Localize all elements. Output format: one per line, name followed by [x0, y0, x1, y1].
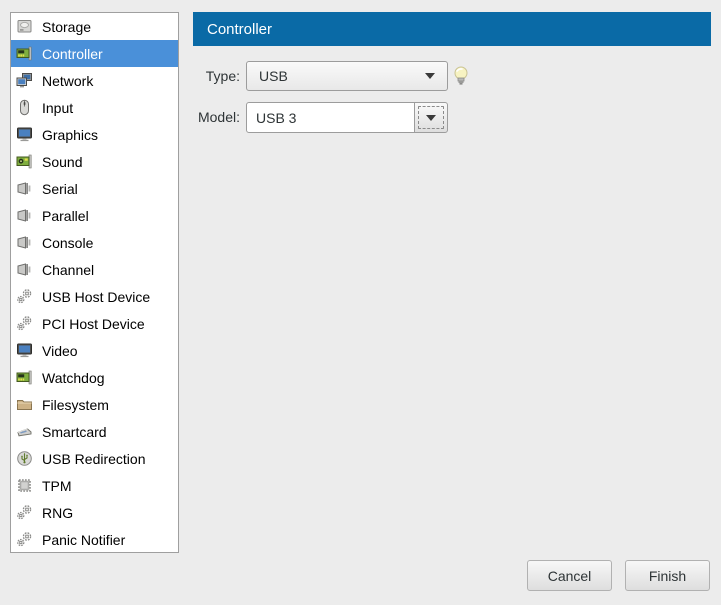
- sidebar-item-filesystem[interactable]: Filesystem: [11, 391, 178, 418]
- monitor-icon: [16, 126, 33, 143]
- sidebar-item-graphics[interactable]: Graphics: [11, 121, 178, 148]
- sidebar-item-tpm[interactable]: TPM: [11, 472, 178, 499]
- model-label: Model:: [183, 102, 240, 133]
- sidebar-item-label: Serial: [42, 181, 78, 197]
- type-label: Type:: [183, 61, 240, 91]
- model-input[interactable]: [246, 102, 415, 133]
- sidebar-item-panic-notifier[interactable]: Panic Notifier: [11, 526, 178, 553]
- sidebar-item-label: Filesystem: [42, 397, 109, 413]
- sidebar-item-label: Storage: [42, 19, 91, 35]
- serial-port-icon: [16, 234, 33, 251]
- sidebar-item-label: Sound: [42, 154, 82, 170]
- sidebar-item-usb-host-device[interactable]: USB Host Device: [11, 283, 178, 310]
- sidebar-item-label: TPM: [42, 478, 72, 494]
- sidebar-item-network[interactable]: Network: [11, 67, 178, 94]
- sidebar-item-label: Network: [42, 73, 93, 89]
- chevron-down-icon: [426, 115, 436, 121]
- sidebar-item-label: USB Redirection: [42, 451, 146, 467]
- sidebar-item-console[interactable]: Console: [11, 229, 178, 256]
- controller-icon: [16, 369, 33, 386]
- soundcard-icon: [16, 153, 33, 170]
- focus-ring: [418, 106, 444, 129]
- network-icon: [16, 72, 33, 89]
- sidebar-item-parallel[interactable]: Parallel: [11, 202, 178, 229]
- gears-icon: [16, 288, 33, 305]
- lightbulb-icon: [452, 65, 470, 87]
- gears-icon: [16, 531, 33, 548]
- serial-port-icon: [16, 207, 33, 224]
- sidebar-item-label: PCI Host Device: [42, 316, 145, 332]
- gears-icon: [16, 315, 33, 332]
- sidebar-item-label: Channel: [42, 262, 94, 278]
- sidebar-item-label: Video: [42, 343, 78, 359]
- sidebar-item-rng[interactable]: RNG: [11, 499, 178, 526]
- finish-button[interactable]: Finish: [625, 560, 710, 591]
- sidebar-item-sound[interactable]: Sound: [11, 148, 178, 175]
- type-combobox[interactable]: USB: [246, 61, 448, 91]
- hardware-type-list: Storage Controller Network Input Graphics Sou…: [10, 12, 179, 553]
- chip-icon: [16, 477, 33, 494]
- controller-icon: [16, 45, 33, 62]
- sidebar-item-label: USB Host Device: [42, 289, 150, 305]
- folder-icon: [16, 396, 33, 413]
- sidebar-item-pci-host-device[interactable]: PCI Host Device: [11, 310, 178, 337]
- sidebar-item-label: Parallel: [42, 208, 89, 224]
- serial-port-icon: [16, 261, 33, 278]
- storage-icon: [16, 18, 33, 35]
- sidebar-item-label: Console: [42, 235, 93, 251]
- sidebar-item-label: Controller: [42, 46, 103, 62]
- monitor-icon: [16, 342, 33, 359]
- sidebar-item-serial[interactable]: Serial: [11, 175, 178, 202]
- sidebar-item-input[interactable]: Input: [11, 94, 178, 121]
- sidebar-item-controller[interactable]: Controller: [11, 40, 178, 67]
- model-dropdown-button[interactable]: [414, 102, 448, 133]
- sidebar-item-label: Panic Notifier: [42, 532, 125, 548]
- sidebar-item-video[interactable]: Video: [11, 337, 178, 364]
- sidebar-item-smartcard[interactable]: Smartcard: [11, 418, 178, 445]
- sidebar-item-label: Smartcard: [42, 424, 107, 440]
- type-combobox-value: USB: [259, 68, 288, 84]
- serial-port-icon: [16, 180, 33, 197]
- sidebar-item-storage[interactable]: Storage: [11, 13, 178, 40]
- sidebar-item-label: Graphics: [42, 127, 98, 143]
- sidebar-item-usb-redirection[interactable]: USB Redirection: [11, 445, 178, 472]
- smartcard-icon: [16, 423, 33, 440]
- sidebar-item-label: Input: [42, 100, 73, 116]
- chevron-down-icon: [425, 73, 435, 79]
- mouse-icon: [16, 99, 33, 116]
- cancel-button[interactable]: Cancel: [527, 560, 612, 591]
- gears-icon: [16, 504, 33, 521]
- sidebar-item-channel[interactable]: Channel: [11, 256, 178, 283]
- sidebar-item-watchdog[interactable]: Watchdog: [11, 364, 178, 391]
- page-header: Controller: [193, 12, 711, 46]
- sidebar-item-label: Watchdog: [42, 370, 105, 386]
- usb-icon: [16, 450, 33, 467]
- page-title: Controller: [207, 21, 272, 38]
- sidebar-item-label: RNG: [42, 505, 73, 521]
